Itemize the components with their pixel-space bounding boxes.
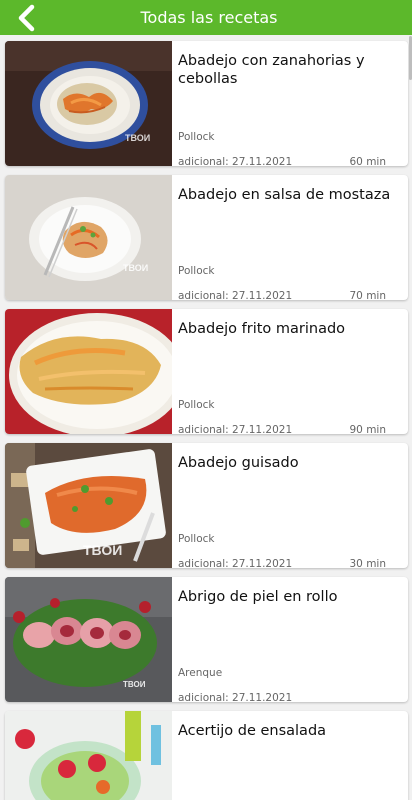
recipe-date: adicional: 27.11.2021 [178,290,293,300]
recipe-name: Abadejo con zanahorias y cebollas [178,53,365,87]
recipe-time: 70 min [349,290,387,300]
recipe-image [5,711,172,800]
recipe-category: Arenque [178,667,223,679]
recipe-name: Abadejo frito marinado [178,321,346,337]
recipe-image: ТВОИ [5,41,172,166]
recipe-category: Pollock [178,399,215,411]
recipe-name: Abrigo de piel en rollo [178,589,338,605]
recipe-image: ТВОИ [5,443,172,568]
recipe-name: Abadejo guisado [178,455,299,471]
recipe-category: Pollock [178,131,215,143]
svg-text:ТВОИ: ТВОИ [123,263,148,273]
recipe-date: adicional: 27.11.2021 [178,156,293,166]
recipe-name: Acertijo de ensalada [178,723,327,739]
recipe-card[interactable]: Acertijo de ensalada [5,711,408,800]
recipe-list[interactable]: ТВОИ Abadejo con zanahorias y cebollas P… [0,35,412,800]
recipe-date: adicional: 27.11.2021 [178,424,293,434]
recipe-image: ТВОИ [5,577,172,702]
recipe-card[interactable]: ТВОИ Abadejo con zanahorias y cebollas P… [5,41,408,166]
recipe-card[interactable]: ТВОИ Abadejo en salsa de mostaza Pollock… [5,175,408,300]
recipe-time: 90 min [349,424,387,434]
recipe-image [5,309,172,434]
page-title: Todas las recetas [140,8,278,27]
recipe-time: 60 min [349,156,387,166]
recipe-image: ТВОИ [5,175,172,300]
recipe-time: 30 min [349,558,387,568]
recipe-name: Abadejo en salsa de mostaza [178,187,391,203]
recipe-date: adicional: 27.11.2021 [178,692,293,702]
recipe-card[interactable]: ТВОИ Abadejo guisado Pollock adicional: … [5,443,408,568]
svg-text:ТВОИ: ТВОИ [83,542,122,558]
svg-text:ТВОИ: ТВОИ [123,680,146,689]
recipe-category: Pollock [178,533,215,545]
recipe-date: adicional: 27.11.2021 [178,558,293,568]
recipe-card[interactable]: Abadejo frito marinado Pollock adicional… [5,309,408,434]
top-app-bar: Todas las recetas [0,0,412,35]
recipe-card[interactable]: ТВОИ Abrigo de piel en rollo Arenque adi… [5,577,408,702]
recipe-category: Pollock [178,265,215,277]
svg-text:ТВОИ: ТВОИ [125,133,150,143]
